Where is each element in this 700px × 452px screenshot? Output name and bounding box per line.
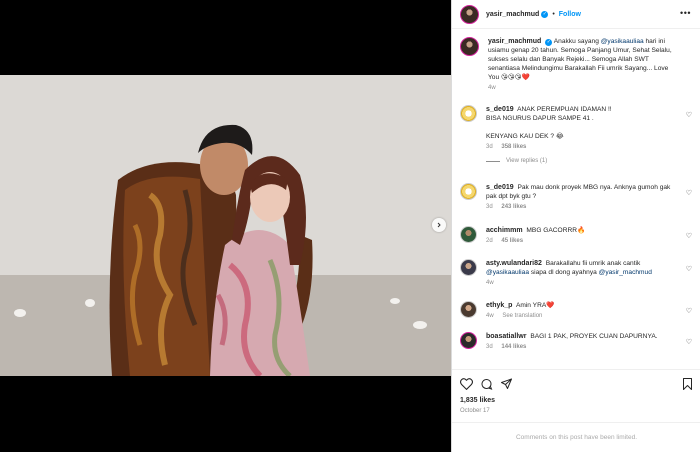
commenter-avatar[interactable]	[460, 332, 477, 349]
comments-limited-notice: Comments on this post have been limited.	[452, 422, 700, 452]
follow-button[interactable]: Follow	[559, 11, 581, 18]
bookmark-icon[interactable]	[682, 377, 693, 395]
share-icon[interactable]	[500, 377, 513, 395]
post-media-area	[0, 0, 451, 452]
comments-list: yasir_machmud ✓ Anakku sayang @yasikaauli…	[452, 29, 700, 367]
comment-item: s_de019 Pak mau donk proyek MBG nya. Ank…	[460, 183, 696, 212]
post-date[interactable]: October 17	[460, 408, 490, 414]
author-avatar[interactable]	[460, 4, 479, 24]
post-actions-bar	[452, 369, 700, 396]
heart-icon[interactable]: ♡	[686, 232, 692, 240]
comment-time[interactable]: 3d	[486, 204, 493, 210]
post-photo[interactable]	[0, 75, 451, 376]
heart-icon[interactable]	[460, 377, 473, 395]
comment-item: boasatiallwr BAGI 1 PAK, PROYEK CUAN DAP…	[460, 332, 696, 352]
heart-icon[interactable]: ♡	[686, 189, 692, 197]
comment-username[interactable]: ethyk_p	[486, 302, 512, 309]
comment-username[interactable]: boasatiallwr	[486, 333, 526, 340]
comment-username[interactable]: acchimmm	[486, 227, 523, 234]
view-replies-button[interactable]: View replies (1)	[486, 157, 674, 166]
comment-mention[interactable]: @yasikaauliaa	[486, 269, 529, 276]
more-options-icon[interactable]: •••	[680, 8, 691, 18]
caption-text-a: Anakku sayang	[553, 38, 601, 45]
comment-item: acchimmm MBG GACORRR🔥 2d 45 likes ♡	[460, 226, 696, 246]
comment-text: Amin YRA❤️	[515, 302, 555, 309]
comment-item: s_de019 ANAK PEREMPUAN IDAMAN !! BISA NG…	[460, 105, 696, 166]
commenter-avatar[interactable]	[460, 105, 477, 122]
heart-icon[interactable]: ♡	[686, 111, 692, 119]
commenter-avatar[interactable]	[460, 226, 477, 243]
next-image-button[interactable]	[432, 218, 446, 232]
comment-username[interactable]: s_de019	[486, 184, 514, 191]
post-header: yasir_machmud ✓ • Follow •••	[452, 0, 700, 29]
heart-icon[interactable]: ♡	[686, 265, 692, 273]
post-side-panel: yasir_machmud ✓ • Follow ••• yasir_machm…	[451, 0, 700, 452]
comment-mention[interactable]: @yasir_machmud	[599, 269, 652, 276]
comment-time[interactable]: 2d	[486, 238, 493, 244]
verified-badge-icon: ✓	[541, 10, 549, 18]
comment-likes[interactable]: 144 likes	[501, 344, 526, 350]
comment-text: MBG GACORRR🔥	[526, 227, 586, 234]
heart-icon[interactable]: ♡	[686, 307, 692, 315]
comment-item: ethyk_p Amin YRA❤️ 4w See translation ♡	[460, 301, 696, 321]
comment-username[interactable]: asty.wulandari82	[486, 260, 542, 267]
photo-illustration	[0, 75, 451, 376]
author-avatar[interactable]	[460, 37, 479, 56]
comment-likes[interactable]: 243 likes	[501, 204, 526, 210]
comment-text-b: siapa dl dong ayahnya	[528, 269, 599, 276]
caption-username[interactable]: yasir_machmud	[488, 38, 541, 45]
verified-badge-icon: ✓	[545, 39, 553, 46]
author-username[interactable]: yasir_machmud	[486, 11, 539, 18]
caption: yasir_machmud ✓ Anakku sayang @yasikaauli…	[460, 37, 696, 93]
see-translation-button[interactable]: See translation	[502, 313, 542, 319]
comment-time[interactable]: 3d	[486, 344, 493, 350]
commenter-avatar[interactable]	[460, 183, 477, 200]
heart-icon[interactable]: ♡	[686, 338, 692, 346]
comment-icon[interactable]	[480, 377, 493, 395]
likes-count[interactable]: 1,835 likes	[460, 397, 495, 404]
comment-username[interactable]: s_de019	[486, 106, 514, 113]
caption-mention[interactable]: @yasikaauliaa	[601, 38, 644, 45]
separator-dot: •	[552, 10, 555, 18]
commenter-avatar[interactable]	[460, 301, 477, 318]
comment-likes[interactable]: 45 likes	[501, 238, 523, 244]
comment-time[interactable]: 4w	[486, 313, 494, 319]
comment-time[interactable]: 4w	[486, 280, 494, 286]
comment-time[interactable]: 3d	[486, 144, 493, 150]
comment-item: asty.wulandari82 Barakallahu fii umrik a…	[460, 259, 696, 288]
commenter-avatar[interactable]	[460, 259, 477, 276]
chevron-right-icon	[437, 222, 441, 228]
comment-likes[interactable]: 358 likes	[501, 144, 526, 150]
comment-text: BAGI 1 PAK, PROYEK CUAN DAPURNYA.	[530, 333, 658, 340]
caption-time[interactable]: 4w	[488, 85, 496, 91]
comment-text-a: Barakallahu fii umrik anak cantik	[545, 260, 641, 267]
